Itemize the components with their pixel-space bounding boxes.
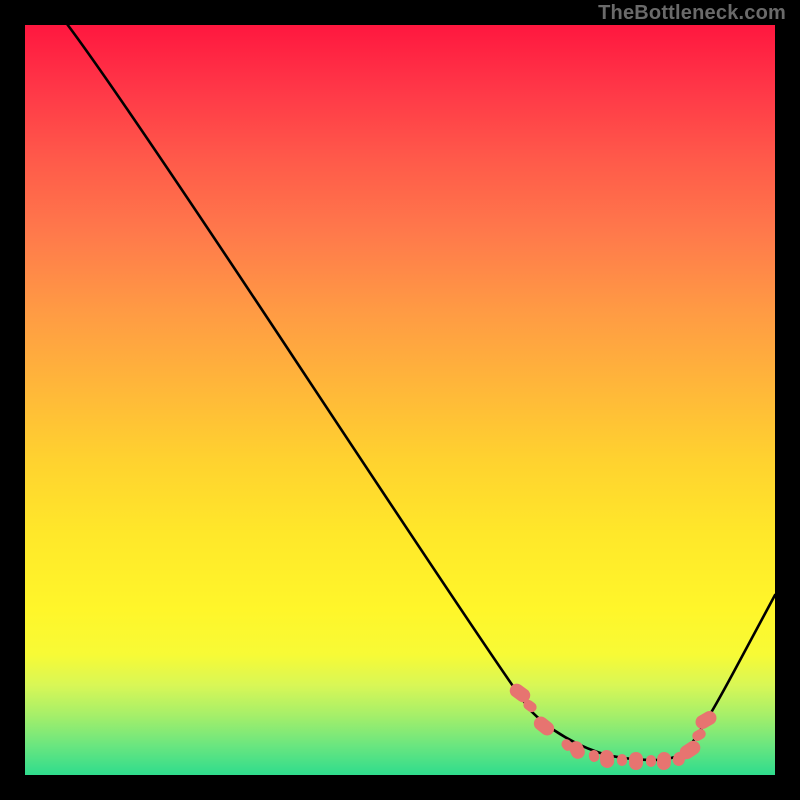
curve-marker [599, 749, 615, 768]
curve-marker [617, 754, 627, 766]
plot-area [25, 25, 775, 775]
curve-marker [646, 755, 656, 767]
curve-marker [567, 739, 587, 761]
curve-marker [629, 752, 643, 770]
curve-marker [588, 749, 600, 763]
attribution-label: TheBottleneck.com [598, 2, 786, 25]
curve-marker [693, 709, 719, 732]
chart-stage: TheBottleneck.com [0, 0, 800, 800]
marker-layer [25, 25, 775, 775]
curve-marker [531, 713, 557, 738]
curve-marker [656, 751, 671, 770]
